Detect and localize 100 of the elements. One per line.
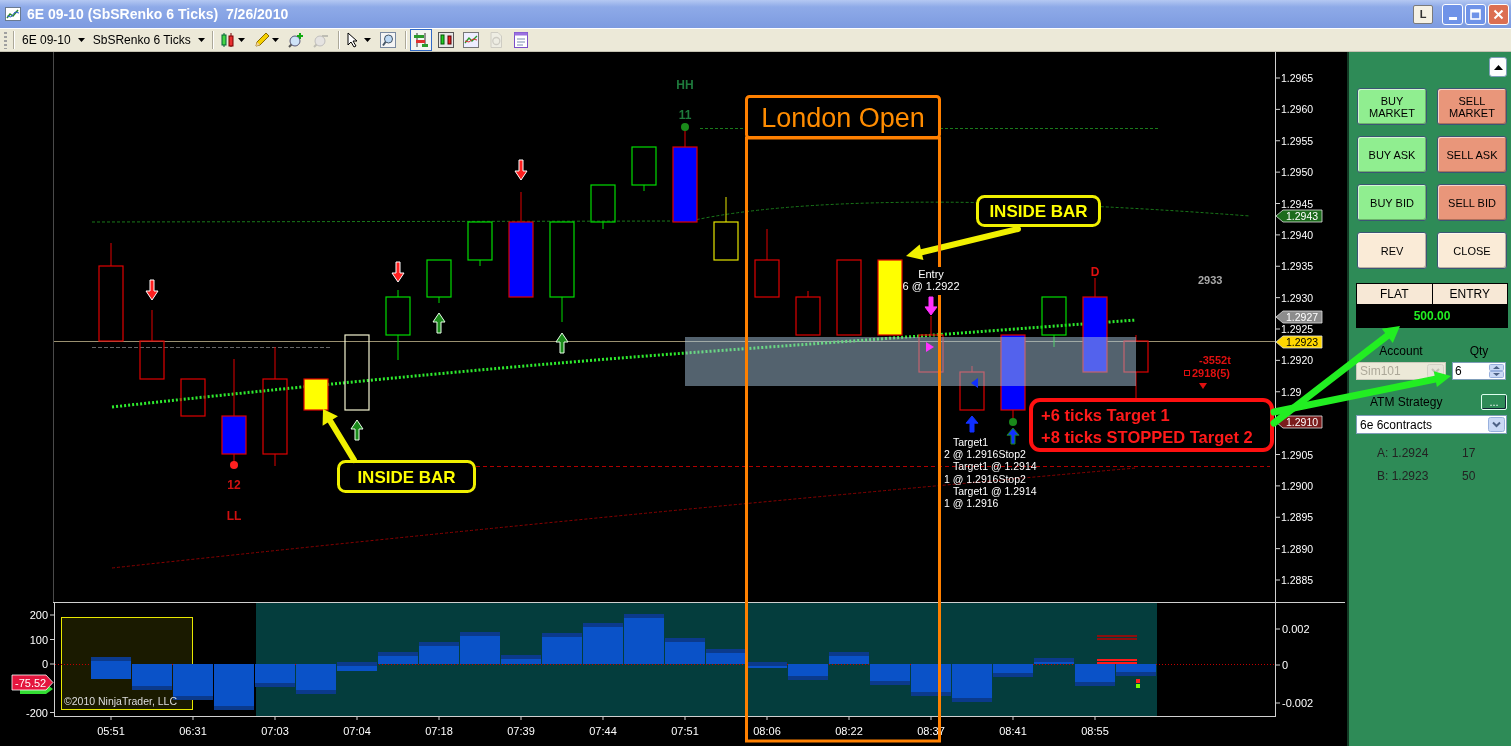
session-label: London Open: [745, 95, 941, 139]
price-tag: 1.2927: [1275, 310, 1323, 324]
candlestick: [303, 378, 329, 411]
axis-label: 1.2905: [1281, 448, 1314, 461]
candlestick-chart-icon: [437, 32, 454, 48]
position-stat: -3552t: [1199, 354, 1231, 366]
axis-label: 1.2890: [1281, 542, 1314, 555]
minimize-button[interactable]: [1442, 3, 1463, 25]
more-button[interactable]: ...: [1481, 394, 1507, 410]
axis-label: 1.2965: [1281, 72, 1314, 84]
swing-label: 12: [227, 478, 241, 492]
down-arrow-icon: [924, 296, 938, 316]
candlestick: [139, 309, 165, 380]
triangle-icon: [971, 378, 978, 388]
time-label: 07:44: [589, 725, 617, 737]
table-header-cell: ENTRY: [1432, 283, 1508, 305]
link-button[interactable]: L: [1413, 4, 1433, 24]
sell-button[interactable]: SELL BID: [1437, 184, 1507, 221]
field-label: ATM Strategy: [1370, 395, 1443, 409]
axis-label: 1.2945: [1281, 197, 1314, 210]
document-icon: [487, 32, 504, 48]
axis-label: -0.002: [1282, 697, 1314, 709]
time-label: 07:51: [671, 725, 699, 737]
time-label: 07:39: [507, 725, 535, 737]
axis-label: 1.2930: [1281, 291, 1314, 304]
axis-label: 1.2895: [1281, 511, 1314, 524]
search-icon: [379, 32, 396, 48]
result-callout: +6 ticks Target 1 +8 ticks STOPPED Target 2: [1029, 398, 1274, 452]
quote-size: 50: [1462, 469, 1476, 483]
candlestick: [1123, 334, 1149, 399]
close-button[interactable]: [1488, 3, 1509, 25]
quantity-field[interactable]: 6: [1452, 362, 1506, 380]
maximize-button[interactable]: [1465, 3, 1486, 25]
candlestick-icon: [219, 32, 236, 48]
down-triangle-icon: [1199, 383, 1207, 389]
buy-button[interactable]: BUY BID: [1357, 184, 1427, 221]
quote-label: B: 1.2923: [1377, 469, 1430, 483]
axis-label: 0: [41, 658, 48, 670]
time-label: 07:03: [261, 725, 289, 737]
candlestick: [754, 228, 780, 298]
candlestick: [1041, 296, 1067, 348]
axis-label: 1.29: [1281, 385, 1302, 398]
time-label: 07:04: [343, 725, 371, 737]
spinner-icon: [1489, 364, 1504, 378]
zoom-out-icon: [312, 32, 329, 48]
bar-type-dropdown[interactable]: SbSRenko 6 Ticks: [88, 30, 209, 50]
action-button[interactable]: CLOSE: [1437, 232, 1507, 269]
sell-button[interactable]: SELL MARKET: [1437, 88, 1507, 125]
entry-note: Entry 6 @ 1.2922: [902, 267, 960, 295]
candlestick: [795, 290, 821, 336]
dot-icon: [681, 123, 689, 131]
time-label: 08:22: [835, 725, 863, 737]
axis-label: 1.2955: [1281, 134, 1314, 147]
candlestick: [590, 184, 616, 230]
value-tag: -75.52: [11, 674, 54, 691]
caret-icon: [271, 38, 279, 42]
instrument-dropdown[interactable]: 6E 09-10: [18, 30, 89, 50]
position-value: 500.00: [1356, 305, 1508, 328]
pencil-icon: [253, 32, 270, 48]
up-triangle-icon: [1493, 64, 1503, 70]
buy-button[interactable]: BUY MARKET: [1357, 88, 1427, 125]
swing-label: LL: [226, 509, 242, 523]
candlestick: [713, 196, 739, 261]
callout-label: INSIDE BAR: [976, 195, 1101, 227]
time-label: 07:18: [425, 725, 453, 737]
caret-icon: [237, 38, 245, 42]
candlestick: [385, 289, 411, 361]
histogram-bar: [132, 664, 172, 690]
time-label: 05:51: [97, 725, 125, 737]
close-icon: [1493, 8, 1504, 20]
candlestick: [180, 378, 206, 417]
line-chart-icon: [462, 32, 479, 48]
candlestick: [467, 221, 493, 267]
buy-button[interactable]: BUY ASK: [1357, 136, 1427, 173]
swing-label: 11: [678, 108, 692, 122]
axis-label: 1.2885: [1281, 574, 1314, 586]
table-header-cell: FLAT: [1356, 283, 1433, 305]
swing-label: D: [1090, 265, 1100, 279]
zoom-in-icon: [287, 32, 304, 48]
axis-label: 1.2920: [1281, 354, 1314, 367]
sell-button[interactable]: SELL ASK: [1437, 136, 1507, 173]
action-button[interactable]: REV: [1357, 232, 1427, 269]
up-arrow-icon: [555, 332, 569, 354]
copyright-text: ©2010 NinjaTrader, LLC: [64, 695, 177, 707]
maximize-icon: [1470, 8, 1481, 20]
time-label: 08:41: [999, 725, 1027, 737]
scroll-up-button[interactable]: [1489, 57, 1507, 77]
histogram-bar: [91, 657, 131, 679]
down-arrow-icon: [514, 159, 528, 181]
callout-label: INSIDE BAR: [337, 460, 476, 493]
strategy-dropdown[interactable]: 6e 6contracts: [1356, 415, 1507, 434]
axis-label: 1.2925: [1281, 323, 1314, 335]
up-arrow-icon: [1006, 427, 1020, 445]
price-tag: 1.2923: [1275, 335, 1323, 349]
toolbar-grip[interactable]: [4, 31, 7, 49]
axis-label: 1.2900: [1281, 479, 1314, 492]
axis-label: 0: [1282, 659, 1289, 671]
bar-counter: 2933: [1198, 274, 1223, 286]
up-arrow-icon: [432, 312, 446, 334]
down-arrow-icon: [391, 261, 405, 283]
